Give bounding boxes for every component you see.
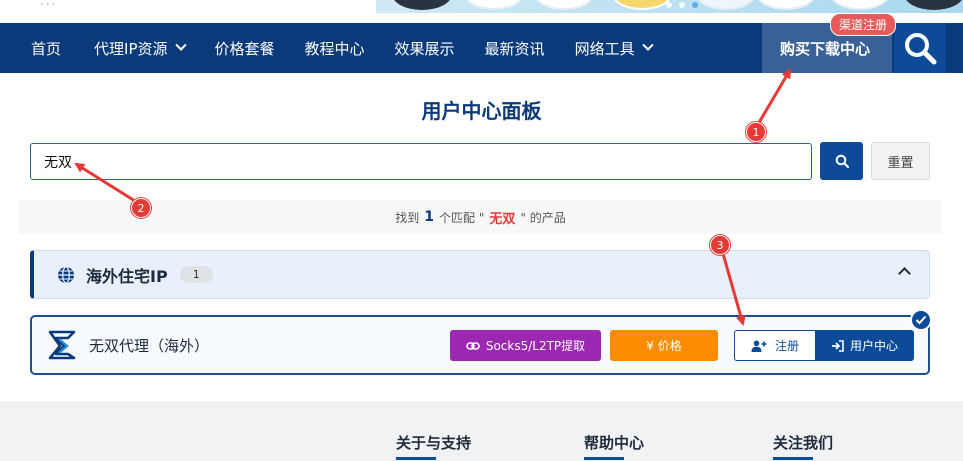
nav-tutorials[interactable]: 教程中心 bbox=[290, 23, 380, 73]
nav-news[interactable]: 最新资讯 bbox=[470, 23, 560, 73]
search-input[interactable] bbox=[30, 143, 812, 180]
search-icon bbox=[905, 33, 937, 65]
product-row: 无双代理（海外） Socks5/L2TP提取 ¥ 价格 注册 用户中心 bbox=[30, 309, 932, 375]
result-count: 1 bbox=[424, 209, 435, 225]
price-button[interactable]: ¥ 价格 bbox=[610, 330, 718, 361]
top-strip: ... bbox=[0, 0, 963, 23]
result-middle: 个匹配 " bbox=[439, 210, 485, 225]
footer-help: 帮助中心 bbox=[584, 434, 645, 460]
search-button[interactable] bbox=[820, 142, 863, 180]
result-prefix: 找到 bbox=[395, 210, 420, 225]
banner-image bbox=[612, 0, 672, 10]
socks-extract-label: Socks5/L2TP提取 bbox=[485, 339, 586, 353]
link-icon bbox=[466, 341, 480, 350]
nav-home[interactable]: 首页 bbox=[0, 23, 79, 73]
banner-image bbox=[830, 0, 890, 10]
nav-tools-label: 网络工具 bbox=[574, 39, 635, 58]
reset-button[interactable]: 重置 bbox=[871, 142, 930, 180]
nav-proxy-resources[interactable]: 代理IP资源 bbox=[79, 23, 199, 73]
register-button[interactable]: 注册 bbox=[734, 330, 816, 361]
sign-in-icon bbox=[831, 339, 844, 352]
banner-image bbox=[904, 0, 963, 10]
banner-image bbox=[696, 0, 756, 10]
category-title: 海外住宅IP bbox=[86, 266, 168, 286]
channel-register-badge[interactable]: 渠道注册 bbox=[830, 13, 897, 36]
nav-pricing[interactable]: 价格套餐 bbox=[200, 23, 290, 73]
user-center-button[interactable]: 用户中心 bbox=[815, 330, 914, 361]
category-count-badge: 1 bbox=[179, 266, 213, 283]
top-banner[interactable] bbox=[376, 0, 963, 13]
search-icon bbox=[835, 154, 849, 168]
user-plus-icon bbox=[751, 340, 767, 352]
site-logo-text[interactable]: ... bbox=[40, 0, 57, 8]
banner-image bbox=[756, 0, 816, 10]
wushuang-logo-icon bbox=[48, 330, 76, 360]
product-name: 无双代理（海外） bbox=[89, 336, 210, 355]
nav-proxy-resources-label: 代理IP资源 bbox=[94, 39, 168, 58]
footer-follow: 关注我们 bbox=[773, 434, 834, 460]
result-suffix: " 的产品 bbox=[520, 210, 566, 225]
register-label: 注册 bbox=[774, 339, 799, 353]
annotation-marker-1: 1 bbox=[746, 122, 766, 142]
user-center-label: 用户中心 bbox=[849, 339, 898, 353]
annotation-marker-3: 3 bbox=[710, 235, 730, 255]
banner-image bbox=[534, 0, 594, 10]
check-icon bbox=[910, 309, 932, 331]
nav-search-button[interactable] bbox=[894, 23, 946, 73]
banner-image bbox=[392, 0, 452, 10]
page-title: 用户中心面板 bbox=[421, 99, 542, 123]
socks-extract-button[interactable]: Socks5/L2TP提取 bbox=[450, 330, 601, 361]
globe-icon bbox=[57, 265, 75, 284]
chevron-down-icon bbox=[174, 39, 187, 51]
nav-tools[interactable]: 网络工具 bbox=[560, 23, 667, 73]
chevron-down-icon bbox=[641, 39, 654, 51]
footer: 关于与支持 帮助中心 关注我们 bbox=[0, 401, 963, 461]
annotation-marker-2: 2 bbox=[131, 198, 151, 218]
banner-pager[interactable] bbox=[666, 2, 698, 8]
result-keyword: 无双 bbox=[489, 211, 516, 227]
category-header[interactable]: 海外住宅IP 1 bbox=[30, 250, 930, 299]
banner-image bbox=[464, 0, 524, 10]
main-nav: 首页 代理IP资源 价格套餐 教程中心 效果展示 最新资讯 网络工具 购买下载中… bbox=[0, 23, 963, 73]
chevron-up-icon[interactable] bbox=[898, 267, 911, 280]
search-result-summary: 找到 1 个匹配 " 无双 " 的产品 bbox=[19, 200, 942, 234]
footer-about: 关于与支持 bbox=[396, 434, 472, 460]
nav-showcase[interactable]: 效果展示 bbox=[380, 23, 470, 73]
